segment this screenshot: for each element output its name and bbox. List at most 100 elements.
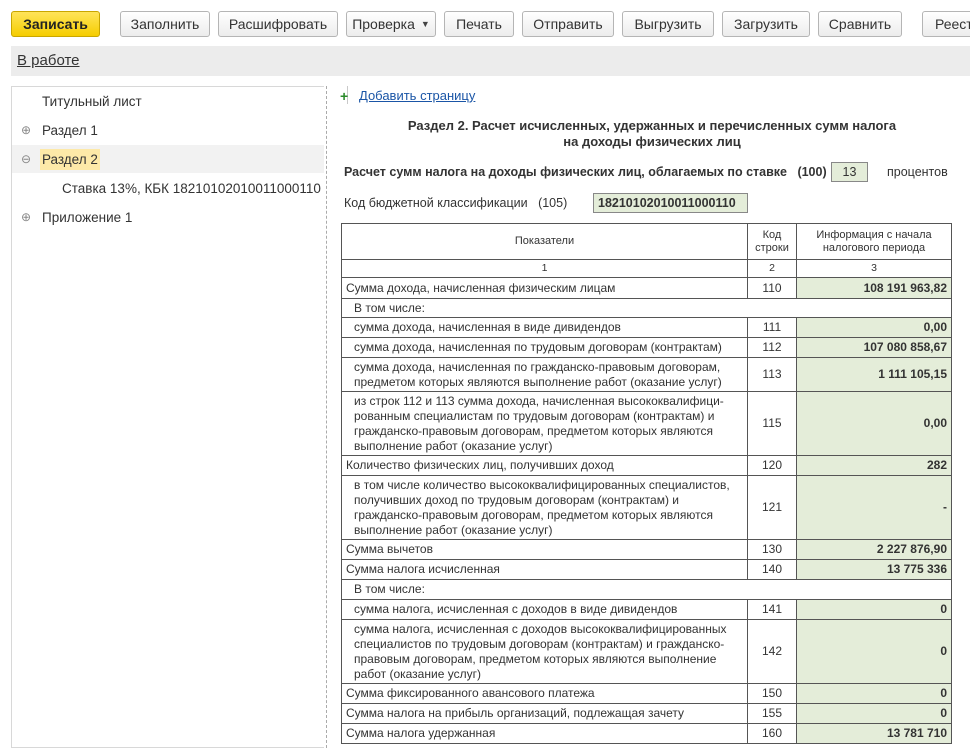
row-code: 141 xyxy=(747,599,797,620)
rate-line-code: (100) xyxy=(797,165,827,179)
export-button[interactable]: Выгрузить xyxy=(622,11,714,37)
table-row: Сумма налога удержанная 160 13 781 710 xyxy=(341,723,952,744)
status-bar: В работе xyxy=(11,46,970,76)
table-row: сумма дохода, начисленная по гражданско-… xyxy=(341,357,952,392)
row-label: Количество физических лиц, получивших до… xyxy=(341,455,748,476)
decode-button[interactable]: Расшифровать xyxy=(218,11,338,37)
tree-item-label: Ставка 13%, КБК 18210102010011000110 xyxy=(62,180,321,196)
row-value[interactable]: 13 775 336 xyxy=(796,559,952,580)
row-label: Сумма вычетов xyxy=(341,539,748,560)
row-value-empty xyxy=(796,579,952,600)
row-value[interactable]: 0 xyxy=(796,703,952,724)
save-button[interactable]: Записать xyxy=(11,11,100,37)
add-page-link[interactable]: Добавить страницу xyxy=(359,88,475,103)
kbk-line-code: (105) xyxy=(538,196,568,210)
row-code: 130 xyxy=(747,539,797,560)
table-row: сумма дохода, начисленная по трудовым до… xyxy=(341,337,952,358)
print-button[interactable]: Печать xyxy=(444,11,514,37)
tree-item-appendix-1[interactable]: ⊕ Приложение 1 xyxy=(12,203,324,231)
tree-item-section-2[interactable]: ⊖ Раздел 2 xyxy=(12,145,324,173)
row-code-empty xyxy=(747,298,797,318)
row-value[interactable]: 108 191 963,82 xyxy=(796,277,952,299)
expand-plus-icon[interactable]: ⊕ xyxy=(12,123,40,137)
rate-value-field[interactable]: 13 xyxy=(831,162,868,182)
row-label: Сумма налога исчисленная xyxy=(341,559,748,580)
tree-item-label: Титульный лист xyxy=(42,93,142,109)
add-page-plus-icon[interactable]: + xyxy=(334,86,348,104)
col-number: 1 xyxy=(341,259,748,278)
row-label: сумма дохода, начисленная в виде дивиден… xyxy=(341,317,748,338)
row-code: 155 xyxy=(747,703,797,724)
row-value[interactable]: 0 xyxy=(796,619,952,684)
section-tree: Титульный лист ⊕ Раздел 1 ⊖ Раздел 2 Ста… xyxy=(11,86,324,748)
expand-plus-icon[interactable]: ⊕ xyxy=(12,210,40,224)
toolbar: Записать Заполнить Расшифровать Проверка… xyxy=(0,0,970,42)
row-code: 121 xyxy=(747,475,797,540)
row-code: 160 xyxy=(747,723,797,744)
tree-item-label: Раздел 1 xyxy=(42,122,98,138)
row-value[interactable]: 0,00 xyxy=(796,391,952,456)
row-code: 150 xyxy=(747,683,797,704)
table-row: в том числе количество высококвалифициро… xyxy=(341,475,952,540)
send-button[interactable]: Отправить xyxy=(522,11,614,37)
section-title: Раздел 2. Расчет исчисленных, удержанных… xyxy=(334,118,970,150)
table-row: из строк 112 и 113 сумма дохода, начисле… xyxy=(341,391,952,456)
tree-item-rate-13[interactable]: Ставка 13%, КБК 18210102010011000110 xyxy=(12,174,324,202)
table-header-row: Показатели Код строки Информация с начал… xyxy=(341,223,952,260)
table-row: Сумма налога на прибыль организаций, под… xyxy=(341,703,952,724)
collapse-minus-icon[interactable]: ⊖ xyxy=(12,152,40,166)
column-number-row: 1 2 3 xyxy=(341,259,952,278)
row-value[interactable]: 13 781 710 xyxy=(796,723,952,744)
section-title-line1: Раздел 2. Расчет исчисленных, удержанных… xyxy=(407,118,897,133)
row-label: из строк 112 и 113 сумма дохода, начисле… xyxy=(341,391,748,456)
tree-item-section-1[interactable]: ⊕ Раздел 1 xyxy=(12,116,324,144)
col-header-code: Код строки xyxy=(747,223,797,260)
registry-button[interactable]: Реест xyxy=(922,11,970,37)
status-link[interactable]: В работе xyxy=(17,52,80,69)
row-value[interactable]: 107 080 858,67 xyxy=(796,337,952,358)
kbk-label-row: Код бюджетной классификации (105) xyxy=(344,196,567,210)
row-code: 120 xyxy=(747,455,797,476)
row-value[interactable]: 282 xyxy=(796,455,952,476)
splitter[interactable] xyxy=(326,86,327,748)
table-row: Количество физических лиц, получивших до… xyxy=(341,455,952,476)
table-row: сумма налога, исчисленная с доходов в ви… xyxy=(341,599,952,620)
row-label: Сумма налога удержанная xyxy=(341,723,748,744)
table-row: сумма налога, исчисленная с доходов высо… xyxy=(341,619,952,684)
row-label: Сумма налога на прибыль организаций, под… xyxy=(341,703,748,724)
row-value[interactable]: 0,00 xyxy=(796,317,952,338)
row-code: 112 xyxy=(747,337,797,358)
tree-item-label: Раздел 2 xyxy=(40,148,100,170)
fill-button[interactable]: Заполнить xyxy=(120,11,210,37)
row-label: В том числе: xyxy=(341,298,748,318)
row-value[interactable]: 0 xyxy=(796,599,952,620)
table-row: сумма дохода, начисленная в виде дивиден… xyxy=(341,317,952,338)
row-label: сумма дохода, начисленная по трудовым до… xyxy=(341,337,748,358)
row-label: сумма налога, исчисленная с доходов высо… xyxy=(341,619,748,684)
col-header-indicators: Показатели xyxy=(341,223,748,260)
rate-label-row: Расчет сумм налога на доходы физических … xyxy=(344,165,827,179)
check-dropdown-button[interactable]: Проверка ▼ xyxy=(346,11,436,37)
indicators-table: Показатели Код строки Информация с начал… xyxy=(341,223,952,744)
row-value[interactable]: - xyxy=(796,475,952,540)
import-button[interactable]: Загрузить xyxy=(722,11,810,37)
col-number: 3 xyxy=(796,259,952,278)
col-number: 2 xyxy=(747,259,797,278)
check-button-label: Проверка xyxy=(352,16,415,32)
compare-button[interactable]: Сравнить xyxy=(818,11,902,37)
row-label: Сумма фиксированного авансового платежа xyxy=(341,683,748,704)
table-row: Сумма фиксированного авансового платежа … xyxy=(341,683,952,704)
row-label: Сумма дохода, начисленная физическим лиц… xyxy=(341,277,748,299)
table-row: В том числе: xyxy=(341,298,952,318)
caret-down-icon: ▼ xyxy=(420,19,430,29)
tree-item-title-page[interactable]: Титульный лист xyxy=(12,87,324,115)
rate-label: Расчет сумм налога на доходы физических … xyxy=(344,165,788,179)
row-value[interactable]: 0 xyxy=(796,683,952,704)
row-code-empty xyxy=(747,579,797,600)
row-value[interactable]: 2 227 876,90 xyxy=(796,539,952,560)
table-row: Сумма дохода, начисленная физическим лиц… xyxy=(341,277,952,299)
row-label: В том числе: xyxy=(341,579,748,600)
row-code: 110 xyxy=(747,277,797,299)
row-value[interactable]: 1 111 105,15 xyxy=(796,357,952,392)
kbk-value-field[interactable]: 18210102010011000110 xyxy=(593,193,748,213)
